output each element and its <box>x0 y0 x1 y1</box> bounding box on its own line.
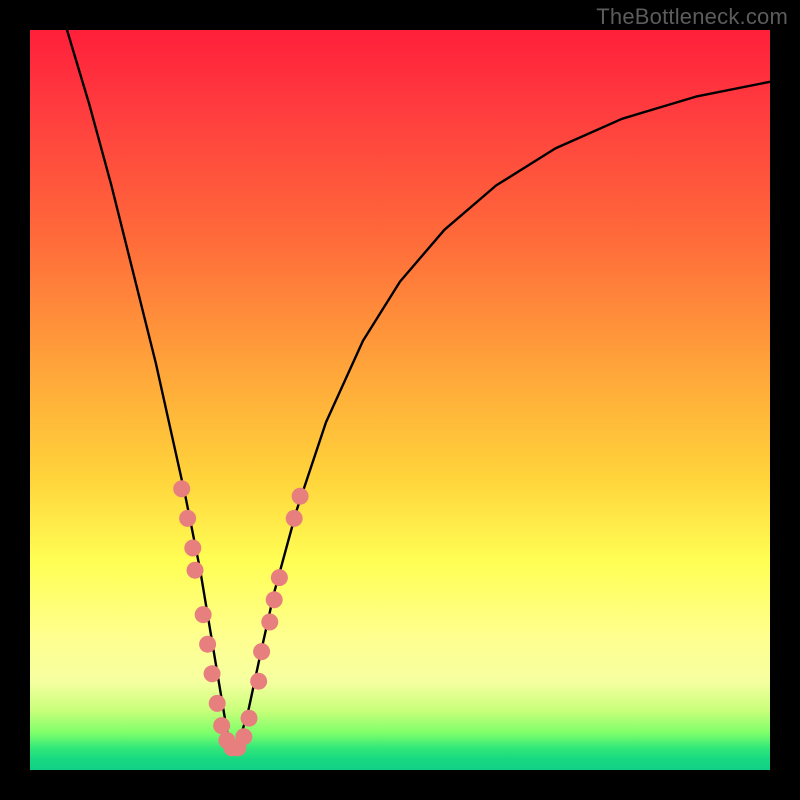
bottleneck-curve <box>67 30 770 748</box>
highlight-dot <box>187 562 204 579</box>
highlight-dots <box>173 480 308 756</box>
highlight-dot <box>184 540 201 557</box>
highlight-dot <box>209 695 226 712</box>
highlight-dot <box>213 717 230 734</box>
highlight-dot <box>204 665 221 682</box>
plot-area <box>30 30 770 770</box>
highlight-dot <box>173 480 190 497</box>
highlight-dot <box>292 488 309 505</box>
chart-frame: TheBottleneck.com <box>0 0 800 800</box>
watermark-text: TheBottleneck.com <box>596 4 788 30</box>
highlight-dot <box>271 569 288 586</box>
highlight-dot <box>286 510 303 527</box>
curve-layer <box>30 30 770 770</box>
highlight-dot <box>235 728 252 745</box>
highlight-dot <box>179 510 196 527</box>
highlight-dot <box>241 710 258 727</box>
highlight-dot <box>261 614 278 631</box>
highlight-dot <box>250 673 267 690</box>
highlight-dot <box>253 643 270 660</box>
highlight-dot <box>199 636 216 653</box>
highlight-dot <box>195 606 212 623</box>
highlight-dot <box>266 591 283 608</box>
